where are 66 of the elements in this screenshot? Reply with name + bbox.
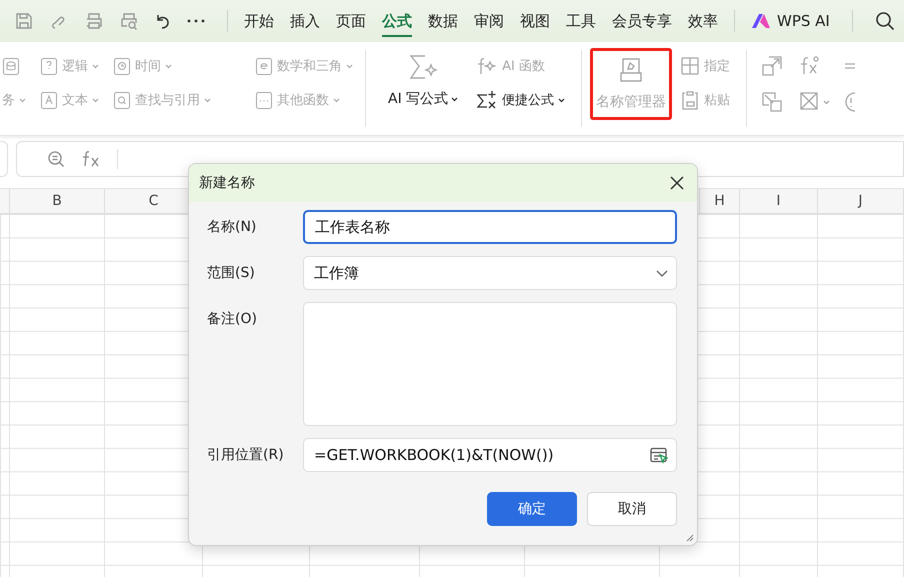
reference-input-field[interactable]: =GET.WORKBOOK(1)&T(NOW()) <box>303 438 677 472</box>
cancel-button[interactable]: 取消 <box>587 492 677 526</box>
menu-tab[interactable]: 公式 <box>374 4 420 38</box>
field-label: 引用位置(R) <box>207 446 285 464</box>
name-tray-icon <box>619 57 644 83</box>
function-category-icon <box>113 56 131 76</box>
function-category-icon <box>255 90 273 110</box>
function-category-icon <box>113 90 131 110</box>
wps-ai-button[interactable]: WPS AI <box>743 12 838 30</box>
error-check-icon[interactable] <box>845 91 856 113</box>
caret-icon <box>451 96 458 102</box>
function-icon[interactable] <box>81 150 101 168</box>
menu-tab[interactable]: 工具 <box>558 4 604 38</box>
scope-dropdown[interactable]: 工作簿 <box>303 256 677 290</box>
caret-icon <box>346 64 353 68</box>
field-label: 名称(N) <box>207 218 258 236</box>
caret-icon <box>92 64 99 68</box>
column-header[interactable]: I <box>740 189 818 213</box>
sigma-plus-icon <box>476 90 498 110</box>
menu-tab[interactable]: 数据 <box>420 4 466 38</box>
save-icon[interactable] <box>14 11 34 31</box>
sigma-sparkle-icon <box>408 54 438 80</box>
menu-tab[interactable]: 插入 <box>282 4 328 38</box>
function-category-icon <box>2 56 20 76</box>
trace-precedents-icon[interactable] <box>761 55 784 77</box>
name-input-field[interactable]: 工作表名称 <box>303 210 677 244</box>
field-label: 备注(O) <box>207 310 258 328</box>
confirm-button[interactable]: 确定 <box>487 492 577 526</box>
column-header[interactable]: J <box>818 189 904 213</box>
dialog-title: 新建名称 <box>199 174 255 192</box>
field-label: 范围(S) <box>207 264 256 282</box>
column-header[interactable]: H <box>700 189 740 213</box>
chevron-down-icon <box>656 270 668 276</box>
range-select-icon[interactable] <box>650 446 668 464</box>
caret-icon <box>19 98 26 102</box>
zoom-icon[interactable] <box>47 150 65 168</box>
menu-tab[interactable]: 效率 <box>680 4 726 38</box>
clipboard-icon <box>680 90 700 110</box>
caret-icon <box>333 98 340 102</box>
caret-icon <box>204 98 211 102</box>
caret-icon <box>165 64 172 68</box>
function-icon[interactable] <box>799 55 822 77</box>
menu-tab[interactable]: 页面 <box>328 4 374 38</box>
ai-formula-button[interactable]: AI 写公式 <box>382 42 464 135</box>
print-icon[interactable] <box>84 11 104 31</box>
more-icon[interactable] <box>187 19 205 23</box>
column-header[interactable]: B <box>10 189 105 213</box>
ai-logo-icon <box>751 13 771 29</box>
search-icon[interactable] <box>874 11 895 31</box>
function-sparkle-icon <box>476 57 498 75</box>
grid-icon <box>680 56 700 76</box>
function-category-icon <box>255 56 273 76</box>
function-category-icon <box>40 56 58 76</box>
menu-tab[interactable]: 视图 <box>512 4 558 38</box>
name-box[interactable] <box>0 141 8 177</box>
caret-icon <box>558 98 566 102</box>
menu-tab[interactable]: 会员专享 <box>604 4 680 38</box>
menu-tab[interactable]: 开始 <box>236 4 282 38</box>
trace-dependents-icon[interactable] <box>761 91 784 113</box>
note-text-area[interactable] <box>303 302 677 426</box>
resize-grip-icon[interactable] <box>684 532 694 542</box>
caret-icon <box>92 98 99 102</box>
quick-formula-button[interactable]: 便捷公式 <box>476 89 566 111</box>
print-preview-icon[interactable] <box>119 11 139 31</box>
function-category-icon <box>40 90 58 110</box>
menu-tab[interactable]: 审阅 <box>466 4 512 38</box>
